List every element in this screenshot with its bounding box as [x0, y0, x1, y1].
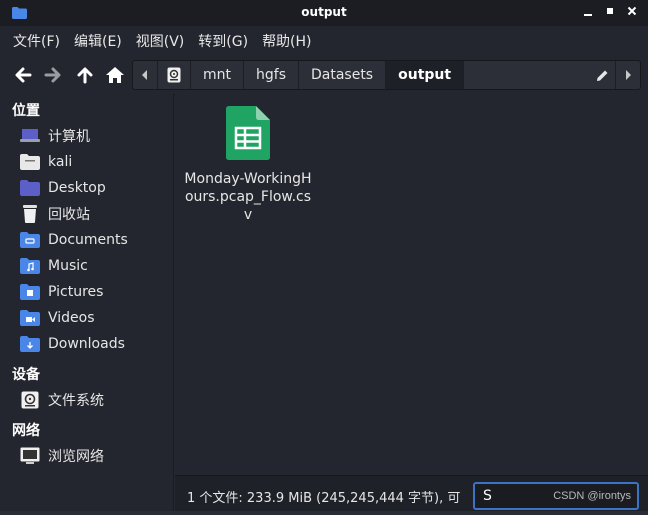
crumb-mnt[interactable]: mnt — [191, 61, 244, 89]
sidebar-section-network: 网络 — [12, 423, 40, 439]
arrow-right-icon — [44, 67, 61, 83]
edit-location-button[interactable] — [589, 61, 616, 89]
sidebar-item-label: Music — [48, 258, 88, 274]
desktop-folder-icon — [20, 179, 40, 197]
sidebar-item-label: 回收站 — [48, 207, 90, 223]
sidebar-item-computer[interactable]: 计算机 — [20, 124, 170, 148]
computer-icon — [20, 127, 40, 145]
sidebar-item-label: Documents — [48, 232, 128, 248]
sidebar-item-label: kali — [48, 154, 73, 170]
chevron-left-icon — [142, 70, 147, 80]
menu-edit[interactable]: 编辑(E) — [67, 27, 129, 55]
sidebar-item-downloads[interactable]: Downloads — [20, 332, 170, 356]
home-button[interactable] — [104, 64, 126, 86]
menu-file[interactable]: 文件(F) — [6, 27, 67, 55]
crumb-hgfs[interactable]: hgfs — [244, 61, 299, 89]
up-button[interactable] — [74, 64, 96, 86]
sidebar-section-places: 位置 — [12, 103, 40, 119]
file-view: Monday-WorkingHours.pcap_Flow.csv — [175, 94, 648, 475]
sidebar-item-documents[interactable]: Documents — [20, 228, 170, 252]
forward-button[interactable] — [42, 64, 64, 86]
menu-help[interactable]: 帮助(H) — [255, 27, 318, 55]
chevron-right-icon — [626, 70, 631, 80]
file-manager-window: output 文件(F) 编辑(E) 视图(V) 转到(G) 帮助(H) mnt… — [0, 0, 648, 515]
path-empty-area — [464, 61, 589, 89]
sidebar-item-label: 浏览网络 — [48, 449, 104, 465]
drive-icon — [167, 67, 181, 83]
minimize-button[interactable] — [580, 4, 596, 20]
file-item[interactable]: Monday-WorkingHours.pcap_Flow.csv — [183, 106, 313, 224]
close-button[interactable] — [624, 4, 640, 20]
sidebar-item-label: 文件系统 — [48, 393, 104, 409]
path-root-button[interactable] — [158, 61, 191, 89]
sidebar: 位置 计算机 kali Desktop 回收站 Documents Music … — [0, 94, 174, 515]
crumb-output[interactable]: output — [386, 61, 465, 89]
trash-icon — [20, 205, 40, 223]
menu-view[interactable]: 视图(V) — [129, 27, 192, 55]
window-bottom-edge — [0, 511, 648, 515]
sidebar-item-label: Videos — [48, 310, 95, 326]
back-button[interactable] — [12, 64, 34, 86]
path-scroll-right-button[interactable] — [616, 61, 640, 89]
downloads-folder-icon — [20, 335, 40, 353]
arrow-up-icon — [77, 67, 93, 84]
pencil-icon — [596, 70, 607, 81]
sidebar-item-label: 计算机 — [48, 129, 90, 145]
network-icon — [20, 447, 40, 465]
search-box[interactable]: CSDN @irontys — [473, 482, 639, 510]
menu-bar: 文件(F) 编辑(E) 视图(V) 转到(G) 帮助(H) — [0, 26, 648, 56]
sidebar-item-label: Downloads — [48, 336, 125, 352]
drive-icon — [20, 391, 40, 409]
sidebar-item-kali[interactable]: kali — [20, 150, 170, 174]
sidebar-item-label: Desktop — [48, 180, 106, 196]
file-name: Monday-WorkingHours.pcap_Flow.csv — [184, 171, 312, 223]
menu-go[interactable]: 转到(G) — [191, 27, 255, 55]
videos-folder-icon — [20, 309, 40, 327]
pictures-folder-icon — [20, 283, 40, 301]
status-bar: 1 个文件: 233.9 MiB (245,245,444 字节), 可 CSD… — [175, 475, 648, 515]
sidebar-section-devices: 设备 — [12, 367, 40, 383]
sidebar-item-browse-network[interactable]: 浏览网络 — [20, 444, 170, 468]
minimize-icon — [584, 14, 592, 16]
path-scroll-left-button[interactable] — [133, 61, 158, 89]
home-icon — [106, 67, 124, 83]
sidebar-item-filesystem[interactable]: 文件系统 — [20, 388, 170, 412]
crumb-datasets[interactable]: Datasets — [299, 61, 387, 89]
maximize-icon — [607, 8, 613, 14]
documents-folder-icon — [20, 231, 40, 249]
music-folder-icon — [20, 257, 40, 275]
sidebar-item-label: Pictures — [48, 284, 104, 300]
sidebar-item-music[interactable]: Music — [20, 254, 170, 278]
sidebar-item-pictures[interactable]: Pictures — [20, 280, 170, 304]
path-bar: mnt hgfs Datasets output — [132, 60, 641, 90]
home-folder-icon — [20, 153, 40, 171]
watermark-text: CSDN @irontys — [553, 490, 631, 502]
status-text: 1 个文件: 233.9 MiB (245,245,444 字节), 可 — [187, 491, 461, 506]
sidebar-item-desktop[interactable]: Desktop — [20, 176, 170, 200]
arrow-left-icon — [15, 67, 32, 83]
close-icon — [627, 6, 637, 16]
maximize-button[interactable] — [602, 4, 618, 20]
sidebar-item-videos[interactable]: Videos — [20, 306, 170, 330]
sidebar-item-trash[interactable]: 回收站 — [20, 202, 170, 226]
spreadsheet-icon — [226, 106, 270, 160]
title-bar: output — [0, 0, 648, 26]
search-input[interactable] — [481, 487, 545, 505]
toolbar: mnt hgfs Datasets output — [0, 56, 648, 95]
window-title: output — [301, 5, 347, 19]
